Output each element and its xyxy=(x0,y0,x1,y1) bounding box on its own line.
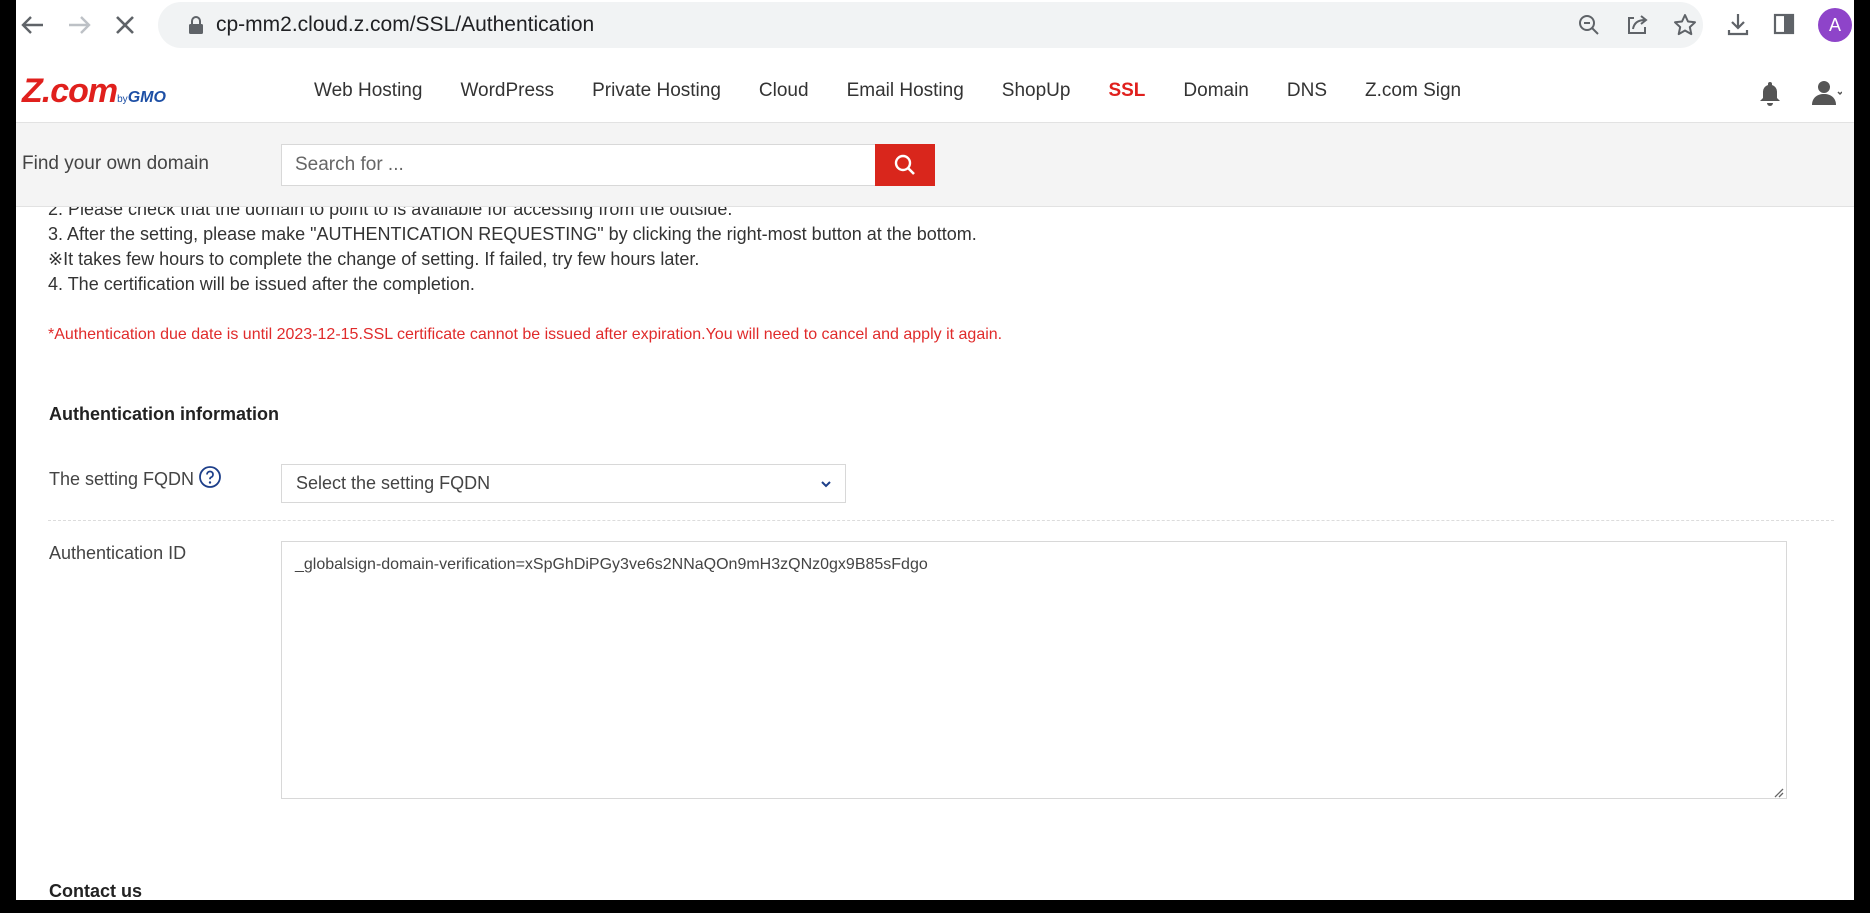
site-header: Z.combyGMO Web Hosting WordPress Private H… xyxy=(16,50,1854,123)
lock-icon xyxy=(188,16,204,34)
due-date-warning: *Authentication due date is until 2023-1… xyxy=(48,326,1003,343)
fqdn-select-value: Select the setting FQDN xyxy=(296,473,491,493)
stop-loading-icon[interactable] xyxy=(108,8,142,42)
instruction-note: ※It takes few hours to complete the chan… xyxy=(48,249,700,269)
nav-item-cloud[interactable]: Cloud xyxy=(759,50,809,122)
authentication-id-label: Authentication ID xyxy=(49,543,187,563)
authentication-id-textarea[interactable]: _globalsign-domain-verification=xSpGhDiP… xyxy=(281,541,1787,799)
nav-item-private-hosting[interactable]: Private Hosting xyxy=(592,50,721,122)
browser-toolbar: cp-mm2.cloud.z.com/SSL/Authentication A xyxy=(16,0,1854,50)
nav-item-ssl[interactable]: SSL xyxy=(1108,50,1145,122)
forward-arrow-icon[interactable] xyxy=(62,8,96,42)
search-icon xyxy=(894,154,915,175)
share-icon[interactable] xyxy=(1624,12,1650,38)
authentication-content: 2. Please check that the domain to point… xyxy=(16,195,1854,900)
main-nav: Web Hosting WordPress Private Hosting Cloud… xyxy=(314,50,1499,122)
user-account-icon[interactable] xyxy=(1812,80,1843,106)
instruction-step-3: 3. After the setting, please make "AUTHE… xyxy=(48,224,977,244)
bookmark-star-icon[interactable] xyxy=(1672,12,1698,38)
address-bar[interactable]: cp-mm2.cloud.z.com/SSL/Authentication xyxy=(158,2,1703,48)
side-panel-icon[interactable] xyxy=(1770,10,1798,38)
domain-search-bar: Find your own domain xyxy=(16,123,1854,207)
nav-item-dns[interactable]: DNS xyxy=(1287,50,1327,122)
section-heading-authentication: Authentication information xyxy=(49,404,279,424)
find-domain-label: Find your own domain xyxy=(22,153,209,174)
zoom-out-icon[interactable] xyxy=(1576,12,1602,38)
browser-window: cp-mm2.cloud.z.com/SSL/Authentication A … xyxy=(16,0,1854,900)
download-icon[interactable] xyxy=(1724,10,1752,38)
fqdn-label: The setting FQDN xyxy=(49,469,195,489)
section-divider xyxy=(48,520,1834,521)
nav-item-wordpress[interactable]: WordPress xyxy=(460,50,554,122)
search-button[interactable] xyxy=(875,144,935,186)
fqdn-select[interactable]: Select the setting FQDN xyxy=(281,464,846,503)
section-heading-contact: Contact us xyxy=(49,881,143,900)
domain-search-input[interactable] xyxy=(281,144,876,186)
instruction-step-4: 4. The certification will be issued afte… xyxy=(48,274,475,294)
profile-avatar[interactable]: A xyxy=(1818,8,1852,42)
nav-item-domain[interactable]: Domain xyxy=(1183,50,1248,122)
help-question-icon[interactable] xyxy=(198,465,222,489)
resize-handle-icon[interactable] xyxy=(1772,785,1784,798)
nav-item-shopup[interactable]: ShopUp xyxy=(1002,50,1071,122)
url-text[interactable]: cp-mm2.cloud.z.com/SSL/Authentication xyxy=(216,2,594,48)
back-arrow-icon[interactable] xyxy=(16,8,50,42)
nav-item-email-hosting[interactable]: Email Hosting xyxy=(847,50,964,122)
nav-item-web-hosting[interactable]: Web Hosting xyxy=(314,50,422,122)
notification-bell-icon[interactable] xyxy=(1758,80,1782,106)
chevron-down-icon xyxy=(819,477,833,491)
nav-item-z-com-sign[interactable]: Z.com Sign xyxy=(1365,50,1461,122)
zcom-logo[interactable]: Z.combyGMO xyxy=(22,72,166,112)
